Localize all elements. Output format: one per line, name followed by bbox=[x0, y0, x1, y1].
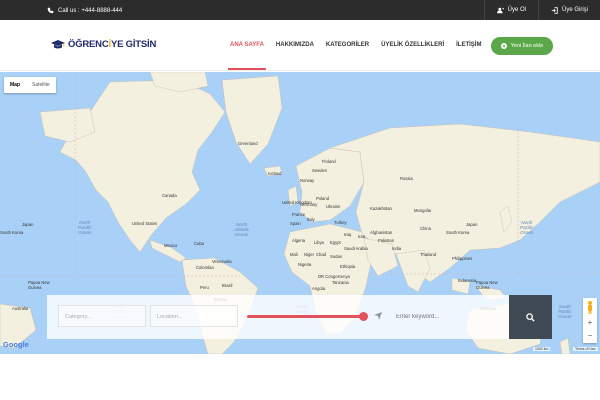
place-label: United States bbox=[132, 221, 158, 226]
street-view-pegman[interactable] bbox=[583, 298, 597, 316]
place-label: Japan bbox=[22, 222, 34, 227]
place-label: China bbox=[420, 226, 431, 231]
place-label: Canada bbox=[162, 193, 177, 198]
place-label: Tanzania bbox=[332, 280, 349, 285]
place-label: Iraq bbox=[344, 232, 352, 237]
place-label: Mexico bbox=[164, 243, 178, 248]
category-select[interactable]: Category... bbox=[58, 305, 146, 327]
place-label: Iceland bbox=[268, 171, 282, 176]
place-label: Norway bbox=[300, 178, 315, 183]
login-label: Üye Girişi bbox=[561, 7, 588, 13]
nav-item-iletisim[interactable]: İLETİŞİM bbox=[450, 41, 487, 70]
graduation-cap-icon bbox=[51, 40, 65, 49]
place-label: Nigeria bbox=[298, 262, 312, 267]
radius-slider-track[interactable] bbox=[247, 315, 364, 318]
place-label: Thailand bbox=[420, 252, 437, 257]
place-label: Ethiopia bbox=[340, 264, 356, 269]
login-link[interactable]: Üye Girişi bbox=[537, 0, 600, 20]
place-label: India bbox=[392, 246, 402, 251]
place-label: Chad bbox=[316, 252, 327, 257]
place-label: Venezuela bbox=[212, 259, 232, 264]
place-label: Japan bbox=[466, 222, 478, 227]
register-label: Üye Ol bbox=[507, 7, 526, 13]
place-label: Turkey bbox=[334, 220, 347, 225]
map-type-control: Map Satellite bbox=[4, 77, 56, 93]
place-label: DR Congo bbox=[318, 274, 338, 279]
user-plus-icon bbox=[496, 7, 504, 13]
map-type-map[interactable]: Map bbox=[4, 77, 26, 93]
ocean-label: North Atlantic Ocean bbox=[234, 222, 250, 237]
call-text: Call us : +444-8888-444 bbox=[58, 7, 123, 14]
main-nav: ANA SAYFA HAKKIMIZDA KATEGORİLER ÜYELİK … bbox=[224, 41, 487, 70]
place-label: France bbox=[292, 212, 306, 217]
place-label: Afghanistan bbox=[370, 230, 393, 235]
place-label: Poland bbox=[316, 196, 330, 201]
zoom-control: + − bbox=[583, 316, 597, 343]
site-logo[interactable]: ÖĞRENCİYE GİTSİN bbox=[51, 39, 156, 50]
place-label: Mali bbox=[290, 252, 298, 257]
place-label: Pakistan bbox=[378, 238, 395, 243]
keyword-input[interactable] bbox=[388, 305, 506, 329]
add-listing-button[interactable]: Yeni İlan ekle bbox=[491, 37, 553, 55]
place-label: Italy bbox=[307, 217, 315, 222]
place-label: Niger bbox=[304, 252, 315, 257]
place-label: South Korea bbox=[0, 230, 24, 235]
zoom-in-button[interactable]: + bbox=[583, 316, 597, 329]
map-scale: 1000 km bbox=[533, 347, 551, 351]
location-arrow-icon[interactable] bbox=[373, 311, 383, 321]
nav-item-kategoriler[interactable]: KATEGORİLER bbox=[320, 41, 375, 70]
search-button[interactable] bbox=[509, 295, 552, 339]
place-label: Cuba bbox=[194, 241, 205, 246]
search-icon bbox=[526, 312, 535, 322]
nav-item-hakkimizda[interactable]: HAKKIMIZDA bbox=[270, 41, 320, 70]
plus-circle-icon bbox=[500, 43, 507, 49]
place-label: Sweden bbox=[312, 168, 328, 173]
place-label: Kazakhstan bbox=[370, 206, 392, 211]
place-label: Iran bbox=[358, 234, 366, 239]
location-input[interactable]: Location... bbox=[150, 305, 238, 327]
register-link[interactable]: Üye Ol bbox=[483, 0, 538, 20]
place-label: Brazil bbox=[222, 283, 233, 288]
sign-in-icon bbox=[551, 6, 558, 14]
terms-link[interactable]: Terms of Use bbox=[573, 347, 598, 351]
nav-item-ana-sayfa[interactable]: ANA SAYFA bbox=[224, 41, 270, 70]
place-label: Sudan bbox=[330, 254, 343, 259]
radius-slider-handle[interactable] bbox=[359, 312, 368, 321]
place-label: Mongolia bbox=[414, 208, 431, 213]
place-label: Peru bbox=[200, 285, 209, 290]
place-label: Finland bbox=[322, 159, 336, 164]
place-label: Egypt bbox=[330, 240, 341, 245]
place-label: Philippines bbox=[452, 256, 473, 261]
pegman-icon bbox=[588, 301, 592, 314]
top-bar: Call us : +444-8888-444 Üye Ol Üye Giriş… bbox=[0, 0, 600, 20]
nav-item-uyelik-ozellikleri[interactable]: ÜYELİK ÖZELLİKLERİ bbox=[375, 41, 450, 70]
place-label: Colombia bbox=[196, 265, 214, 270]
place-label: Papua New Guinea bbox=[476, 280, 498, 290]
place-label: Spain bbox=[290, 221, 301, 226]
place-label: Australia bbox=[12, 306, 29, 311]
phone-icon bbox=[47, 7, 54, 14]
site-header: ÖĞRENCİYE GİTSİN ANA SAYFA HAKKIMIZDA KA… bbox=[0, 20, 600, 71]
place-label: Ukraine bbox=[326, 204, 341, 209]
ocean-label: North Pacific Ocean bbox=[78, 220, 92, 235]
place-label: South Korea bbox=[446, 230, 470, 235]
place-label: Germany bbox=[300, 202, 318, 207]
zoom-out-button[interactable]: − bbox=[583, 329, 597, 342]
ocean-label: SouthPacificOcean bbox=[558, 304, 572, 319]
place-label: Kenya bbox=[338, 274, 350, 279]
place-label: Russia bbox=[400, 176, 413, 181]
place-label: Angola bbox=[312, 286, 326, 291]
place-label: Papua New Guinea bbox=[28, 280, 50, 290]
call-info: Call us : +444-8888-444 bbox=[47, 7, 122, 14]
place-label: Libya bbox=[314, 240, 325, 245]
add-listing-label: Yeni İlan ekle bbox=[510, 43, 544, 49]
place-label: Saudi Arabia bbox=[344, 246, 368, 251]
place-label: Greenland bbox=[238, 141, 258, 146]
map-type-satellite[interactable]: Satellite bbox=[26, 77, 56, 93]
logo-text: ÖĞRENCİYE GİTSİN bbox=[68, 39, 157, 50]
google-logo: Google bbox=[3, 340, 29, 349]
ocean-label: North Pacific Ocean bbox=[520, 220, 534, 235]
place-label: Indonesia bbox=[458, 278, 477, 283]
place-label: Algeria bbox=[292, 238, 306, 243]
